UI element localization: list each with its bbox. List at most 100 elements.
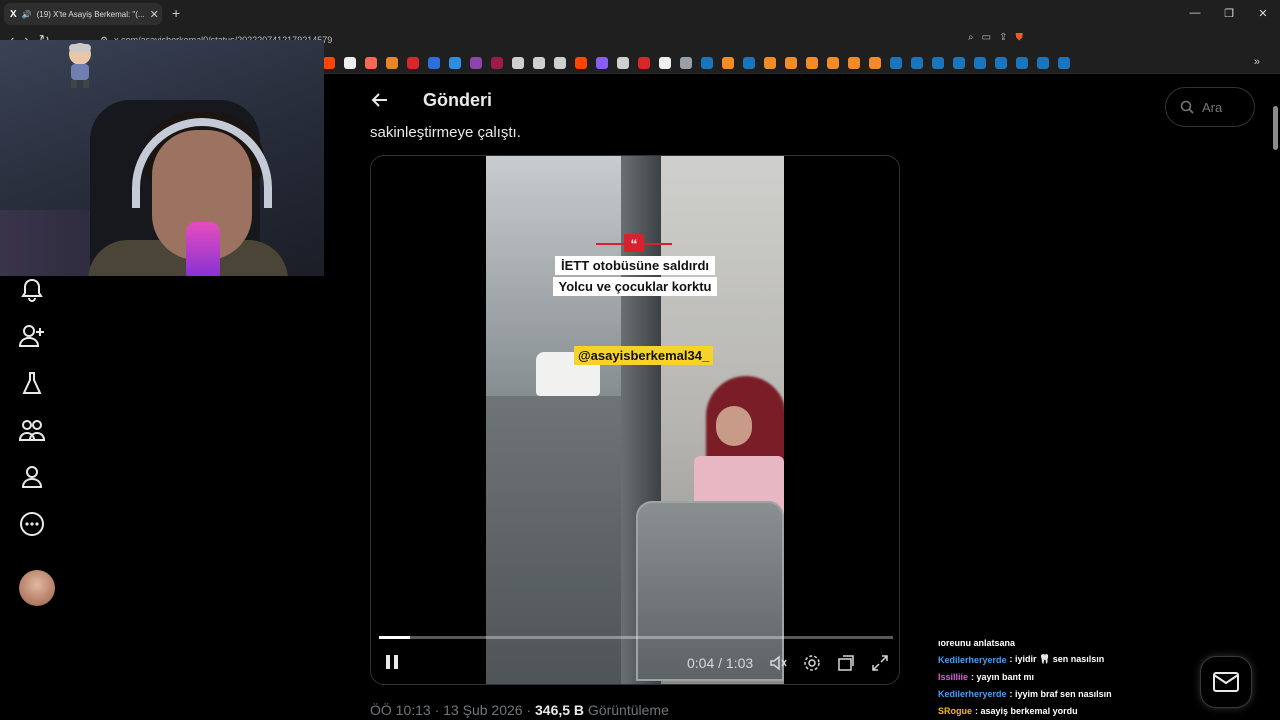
caption-line-2: Yolcu ve çocuklar korktu xyxy=(486,277,784,296)
extension-icons: ⌕ ▭ ⇪ ⛊ xyxy=(968,32,1023,43)
scrollbar[interactable] xyxy=(1272,100,1278,720)
sound-icon[interactable]: 🔊 xyxy=(22,10,32,19)
scrollbar-thumb[interactable] xyxy=(1273,106,1278,150)
x-logo-icon: X xyxy=(10,8,17,20)
bookmark-icon[interactable] xyxy=(323,56,335,69)
new-tab-button[interactable]: + xyxy=(172,5,180,21)
bookmark-icon[interactable] xyxy=(974,56,986,69)
bookmark-icon[interactable] xyxy=(785,56,797,69)
messages-button[interactable] xyxy=(1200,656,1252,708)
bookmark-icon[interactable] xyxy=(743,56,755,69)
watermark-handle: @asayisberkemal34_ xyxy=(574,346,714,365)
avatar[interactable] xyxy=(19,570,55,606)
share-icon[interactable]: ⇪ xyxy=(999,32,1007,43)
cast-icon[interactable]: ▭ xyxy=(982,32,991,43)
tweet-text: sakinleştirmeye çalıştı. xyxy=(370,124,521,141)
tab-title: (19) X'te Asayiş Berkemal: "(... xyxy=(36,9,145,19)
blurred-face xyxy=(716,406,752,446)
bookmark-icon[interactable] xyxy=(575,56,587,69)
communities-icon[interactable] xyxy=(18,416,46,444)
bookmark-icon[interactable] xyxy=(491,56,503,69)
bookmark-icon[interactable] xyxy=(554,56,566,69)
bookmark-icon[interactable] xyxy=(764,56,776,69)
bookmark-icon[interactable] xyxy=(1016,56,1028,69)
bookmark-icon[interactable] xyxy=(449,56,461,69)
bookmark-icon[interactable] xyxy=(1058,56,1070,69)
chat-message: ıoreunu anlatsana xyxy=(938,634,1238,651)
bookmark-icon[interactable] xyxy=(1037,56,1049,69)
progress-bar[interactable] xyxy=(379,636,893,639)
bookmark-icon[interactable] xyxy=(722,56,734,69)
bookmark-icon[interactable] xyxy=(848,56,860,69)
bookmark-icon[interactable] xyxy=(617,56,629,69)
chat-username[interactable]: Issilliie xyxy=(938,672,968,682)
bookmark-icon[interactable] xyxy=(827,56,839,69)
zoom-icon[interactable]: ⌕ xyxy=(968,32,974,43)
video-player[interactable]: “ İETT otobüsüne saldırdı Yolcu ve çocuk… xyxy=(370,155,900,685)
window-controls: — ❐ ✕ xyxy=(1178,0,1280,26)
fullscreen-icon[interactable] xyxy=(871,654,889,672)
bookmark-icon[interactable] xyxy=(995,56,1007,69)
grok-icon[interactable] xyxy=(18,370,46,398)
bookmark-icon[interactable] xyxy=(890,56,902,69)
bookmark-icon[interactable] xyxy=(407,56,419,69)
bookmark-icon[interactable] xyxy=(638,56,650,69)
caption-line-1: İETT otobüsüne saldırdı xyxy=(486,256,784,275)
svg-text:“: “ xyxy=(631,236,638,252)
back-arrow-icon[interactable] xyxy=(370,90,390,110)
tab-close-icon[interactable]: ✕ xyxy=(150,8,159,21)
chat-message: SRogue: asayiş berkemal yordu xyxy=(938,702,1238,719)
view-count: 346,5 B xyxy=(535,702,585,718)
window-close-icon[interactable]: ✕ xyxy=(1246,0,1280,26)
bookmark-icon[interactable] xyxy=(512,56,524,69)
pause-icon[interactable] xyxy=(385,654,399,670)
bookmark-icon[interactable] xyxy=(806,56,818,69)
brave-shield-icon[interactable]: ⛊ xyxy=(1015,32,1023,43)
envelope-icon xyxy=(1213,672,1239,692)
volume-icon[interactable] xyxy=(769,654,787,672)
bookmark-icon[interactable] xyxy=(953,56,965,69)
pip-icon[interactable] xyxy=(837,654,855,672)
bookmark-icon[interactable] xyxy=(911,56,923,69)
chat-username[interactable]: SRogue xyxy=(938,706,972,716)
chat-text: : iyyim braf sen nasılsın xyxy=(1009,688,1112,699)
restore-icon[interactable]: ❐ xyxy=(1212,0,1246,26)
bookmark-icon[interactable] xyxy=(365,56,377,69)
bookmark-icon[interactable] xyxy=(869,56,881,69)
browser-tab[interactable]: X 🔊 (19) X'te Asayiş Berkemal: "(... ✕ xyxy=(4,3,162,25)
chat-username[interactable]: Kedilerheryerde xyxy=(938,655,1007,665)
chat-message: Kedilerheryerde: iyyim braf sen nasılsın xyxy=(938,685,1238,702)
profile-icon[interactable] xyxy=(18,463,46,491)
chat-message: Issilliie: yayın bant mı xyxy=(938,668,1238,685)
bookmark-icon[interactable] xyxy=(932,56,944,69)
settings-icon[interactable] xyxy=(803,654,821,672)
post-timestamp[interactable]: ÖÖ 10:13 · 13 Şub 2026 · xyxy=(370,702,535,718)
chat-username[interactable]: Kedilerheryerde xyxy=(938,689,1007,699)
bookmark-icon[interactable] xyxy=(344,56,356,69)
views-label: Görüntüleme xyxy=(584,702,669,718)
browser-tab-bar: X 🔊 (19) X'te Asayiş Berkemal: "(... ✕ +… xyxy=(0,0,1280,28)
chat-text: ıoreunu anlatsana xyxy=(938,637,1016,648)
notifications-icon[interactable] xyxy=(18,276,46,304)
folder-icon[interactable] xyxy=(680,56,692,69)
search-input[interactable]: Ara xyxy=(1165,87,1255,127)
timecode: 0:04 / 1:03 xyxy=(687,655,754,671)
bookmark-icon[interactable] xyxy=(428,56,440,69)
bookmark-icon[interactable] xyxy=(659,56,671,69)
bookmark-icon[interactable] xyxy=(596,56,608,69)
bookmark-icon[interactable] xyxy=(533,56,545,69)
bookmarks-overflow-icon[interactable]: » xyxy=(1254,56,1260,68)
stream-chat: ıoreunu anlatsana Kedilerheryerde: iyidir… xyxy=(938,634,1238,719)
bookmark-icon[interactable] xyxy=(701,56,713,69)
page-title: Gönderi xyxy=(423,90,493,110)
chat-message: Kedilerheryerde: iyidir 🦷 sen nasılsın xyxy=(938,651,1238,668)
chat-text: : asayiş berkemal yordu xyxy=(975,705,1078,716)
minimize-icon[interactable]: — xyxy=(1178,0,1212,26)
mascot-sticker xyxy=(69,43,91,88)
post-meta: ÖÖ 10:13 · 13 Şub 2026 · 346,5 B Görüntü… xyxy=(370,702,669,718)
more-icon[interactable] xyxy=(18,510,46,538)
bookmark-icon[interactable] xyxy=(386,56,398,69)
chat-text: : iyidir 🦷 sen nasılsın xyxy=(1009,654,1105,664)
follow-icon[interactable] xyxy=(18,322,46,350)
bookmark-icon[interactable] xyxy=(470,56,482,69)
